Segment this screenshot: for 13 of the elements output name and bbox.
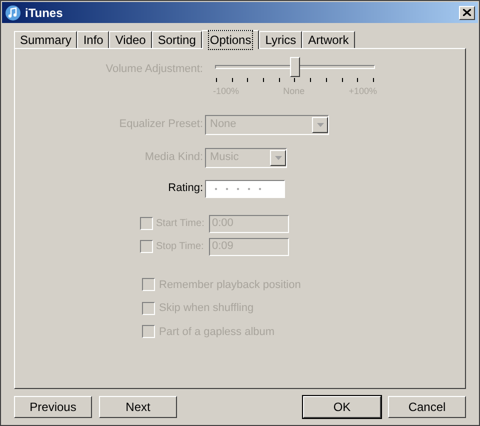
- tab[interactable]: Sorting: [152, 31, 202, 48]
- rating-label: Rating:: [167, 181, 204, 196]
- dialog-button[interactable]: Next: [99, 396, 177, 418]
- dialog-button[interactable]: Previous: [14, 396, 92, 418]
- window-title: iTunes: [25, 4, 63, 22]
- tab[interactable]: Lyrics: [259, 31, 302, 48]
- tab[interactable]: Info: [77, 31, 110, 48]
- tab[interactable]: Options: [202, 30, 260, 49]
- tab[interactable]: Artwork: [302, 31, 355, 48]
- tab[interactable]: Summary: [14, 31, 78, 48]
- dialog-button[interactable]: OK: [303, 396, 381, 418]
- tab[interactable]: Video: [109, 31, 152, 48]
- dialog-button[interactable]: Cancel: [388, 396, 466, 418]
